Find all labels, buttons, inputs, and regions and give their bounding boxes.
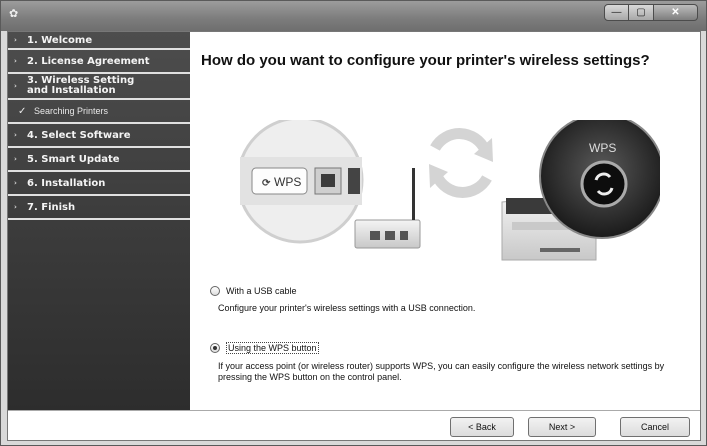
chevron-right-icon: › xyxy=(14,57,17,65)
sidebar-item-label: 7. Finish xyxy=(27,201,76,213)
chevron-right-icon: › xyxy=(14,179,17,187)
sidebar-item-smart-update: › 5. Smart Update xyxy=(8,148,190,172)
router-image xyxy=(354,168,421,249)
installer-frame: › 1. Welcome › 2. License Agreement › 3.… xyxy=(7,31,701,441)
svg-text:⟳: ⟳ xyxy=(262,178,271,189)
sidebar-item-license: › 2. License Agreement xyxy=(8,50,190,74)
chevron-right-icon: › xyxy=(14,203,17,211)
usb-radio[interactable] xyxy=(210,286,220,296)
wps-button-zoom: ⟳ WPS xyxy=(240,120,364,244)
back-button[interactable]: < Back xyxy=(450,417,514,437)
page-title: How do you want to configure your printe… xyxy=(201,52,650,69)
wps-option-description: If your access point (or wireless router… xyxy=(218,361,665,382)
next-button[interactable]: Next > xyxy=(528,417,596,437)
maximize-button[interactable]: ▢ xyxy=(629,4,654,21)
wps-radio[interactable] xyxy=(210,343,220,353)
main-panel: How do you want to configure your printe… xyxy=(190,32,700,410)
usb-option-description: Configure your printer's wireless settin… xyxy=(218,303,476,313)
button-bar: < Back Next > Cancel xyxy=(8,410,700,440)
sidebar-subitem-label: Searching Printers xyxy=(34,106,109,116)
app-icon: ✿ xyxy=(9,8,19,20)
chevron-right-icon: › xyxy=(14,131,17,139)
sidebar-item-wireless: › 3. Wireless Setting and Installation xyxy=(8,74,190,100)
close-button[interactable]: ✕ xyxy=(654,4,698,21)
chevron-right-icon: › xyxy=(14,82,17,90)
window-controls: — ▢ ✕ xyxy=(604,4,698,21)
check-icon: ✓ xyxy=(18,105,27,117)
step-sidebar: › 1. Welcome › 2. License Agreement › 3.… xyxy=(8,32,190,410)
installer-window: ✿ — ▢ ✕ › 1. Welcome › 2. License Agreem… xyxy=(0,0,707,446)
svg-text:WPS: WPS xyxy=(274,175,301,189)
minimize-button[interactable]: — xyxy=(604,4,629,21)
sidebar-item-welcome: › 1. Welcome xyxy=(8,32,190,50)
wps-illustration: ⟳ WPS WPS xyxy=(240,120,660,261)
connection-options: With a USB cable Configure your printer'… xyxy=(210,286,690,383)
wps-option[interactable]: Using the WPS button xyxy=(210,342,690,354)
cancel-button[interactable]: Cancel xyxy=(620,417,690,437)
chevron-right-icon: › xyxy=(14,155,17,163)
sidebar-item-label: 1. Welcome xyxy=(27,34,93,46)
sidebar-item-select-software: › 4. Select Software xyxy=(8,124,190,148)
usb-option-label[interactable]: With a USB cable xyxy=(226,286,297,296)
wps-badge: WPS xyxy=(539,120,660,239)
sidebar-item-label: 2. License Agreement xyxy=(27,55,150,67)
title-bar: ✿ — ▢ ✕ xyxy=(1,1,706,31)
svg-text:WPS: WPS xyxy=(589,141,616,155)
minimize-icon: — xyxy=(611,7,622,18)
sidebar-item-label: 4. Select Software xyxy=(27,129,131,141)
sidebar-item-finish: › 7. Finish xyxy=(8,196,190,220)
close-icon: ✕ xyxy=(671,7,680,18)
chevron-right-icon: › xyxy=(14,36,17,44)
refresh-arrows-icon xyxy=(429,128,493,198)
sidebar-item-label: 3. Wireless Setting and Installation xyxy=(27,75,135,96)
sidebar-subitem-searching: ✓ Searching Printers xyxy=(8,100,190,124)
sidebar-item-label: 5. Smart Update xyxy=(27,153,120,165)
sidebar-item-installation: › 6. Installation xyxy=(8,172,190,196)
maximize-icon: ▢ xyxy=(636,7,646,18)
usb-option[interactable]: With a USB cable xyxy=(210,286,690,296)
wps-option-label[interactable]: Using the WPS button xyxy=(226,342,319,354)
sidebar-item-label: 6. Installation xyxy=(27,177,106,189)
